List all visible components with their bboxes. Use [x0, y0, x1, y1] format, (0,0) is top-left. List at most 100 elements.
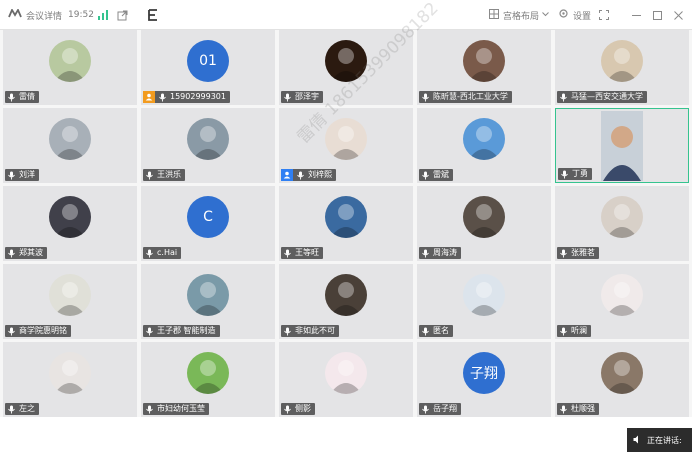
app-icon: [146, 0, 160, 30]
share-icon[interactable]: [117, 0, 128, 30]
microphone-icon: [7, 327, 16, 336]
participant-tile[interactable]: 刘洋: [3, 108, 137, 183]
participant-name: 王等旺: [295, 248, 319, 257]
microphone-icon: [7, 93, 16, 102]
participant-name-tag: 市妇幼何玉莹: [143, 403, 209, 415]
meeting-info-label: 会议详情: [26, 11, 63, 22]
participant-tile[interactable]: Cc.Hai: [141, 186, 275, 261]
microphone-icon: [283, 249, 292, 258]
participant-grid: 雷倩 01 15902999301 邵泽宇 陈昕慧-西北工业大学 马猛—西安交通大学 刘洋王…: [3, 30, 689, 417]
participant-name: 岳子翔: [433, 404, 457, 413]
microphone-icon: [296, 171, 305, 180]
participant-name-tag: 王洪乐: [143, 169, 185, 181]
participant-tile[interactable]: 邵泽宇: [279, 30, 413, 105]
participant-name-tag: 马猛—西安交通大学: [557, 91, 647, 103]
participant-tile[interactable]: 雷倩: [3, 30, 137, 105]
participant-avatar: 子翔: [463, 352, 505, 394]
close-icon[interactable]: [674, 0, 683, 30]
avatar-initials: 01: [199, 53, 217, 69]
participant-avatar: [601, 352, 643, 394]
microphone-icon: [560, 170, 569, 179]
participant-name: 听澜: [571, 326, 587, 335]
participant-tile[interactable]: 王洪乐: [141, 108, 275, 183]
participant-name: 市妇幼何玉莹: [157, 404, 205, 413]
microphone-icon: [283, 327, 292, 336]
participant-tile[interactable]: 子翔岳子翔: [417, 342, 551, 417]
microphone-icon: [158, 93, 167, 102]
participant-name: c.Hai: [157, 248, 178, 257]
microphone-icon: [421, 327, 430, 336]
participant-name: 匿名: [433, 326, 449, 335]
meeting-time: 19:52: [68, 10, 94, 20]
participant-name-tag: 丁勇: [558, 168, 592, 180]
participant-tile[interactable]: 杜顺强: [555, 342, 689, 417]
fullscreen-icon[interactable]: [599, 0, 609, 30]
settings-button[interactable]: 设置: [558, 0, 591, 30]
participant-avatar: [463, 118, 505, 160]
participant-name: 雷斌: [433, 170, 449, 179]
participant-tile[interactable]: 市妇幼何玉莹: [141, 342, 275, 417]
participant-tile[interactable]: 丁勇: [555, 108, 689, 183]
participant-tile[interactable]: 张雅茗: [555, 186, 689, 261]
participant-tile[interactable]: 王子郡 智能制造: [141, 264, 275, 339]
participant-name: 15902999301: [170, 92, 226, 101]
participant-tile[interactable]: 左之: [3, 342, 137, 417]
minimize-icon[interactable]: [632, 0, 641, 30]
layout-dropdown[interactable]: 宫格布局: [489, 0, 549, 30]
participant-avatar: 01: [187, 40, 229, 82]
participant-tile[interactable]: 匿名: [417, 264, 551, 339]
participant-tile[interactable]: 陈昕慧-西北工业大学: [417, 30, 551, 105]
participant-name-tag: 杜顺强: [557, 403, 599, 415]
participant-tile[interactable]: 商学院惠明铭: [3, 264, 137, 339]
settings-label: 设置: [573, 11, 592, 22]
avatar-initials: C: [203, 209, 213, 225]
microphone-icon: [7, 405, 16, 414]
participant-name: 周海涛: [433, 248, 457, 257]
maximize-icon[interactable]: [653, 0, 662, 30]
participant-tile[interactable]: 雷斌: [417, 108, 551, 183]
microphone-icon: [421, 405, 430, 414]
microphone-icon: [559, 405, 568, 414]
participant-name: 刘梓熙: [308, 170, 332, 179]
microphone-icon: [421, 93, 430, 102]
participant-tile[interactable]: 王等旺: [279, 186, 413, 261]
participant-name-tag: 左之: [5, 403, 39, 415]
participant-name-tag: 周海涛: [419, 247, 461, 259]
participant-tile[interactable]: 侧影: [279, 342, 413, 417]
speaking-indicator: 正在讲话:: [627, 428, 692, 452]
participant-tile[interactable]: 听澜: [555, 264, 689, 339]
title-bar: 会议详情 19:52 宫格布局 设置: [0, 0, 692, 30]
participant-tile[interactable]: 非如此不可: [279, 264, 413, 339]
participant-name: 丁勇: [572, 169, 588, 178]
avatar-initials: 子翔: [470, 366, 498, 382]
participant-name: 王洪乐: [157, 170, 181, 179]
participant-name-tag: 张雅茗: [557, 247, 599, 259]
participant-name-tag: 王等旺: [281, 247, 323, 259]
participant-video: [601, 111, 643, 181]
participant-avatar: [601, 274, 643, 316]
microphone-icon: [145, 327, 154, 336]
participant-tile[interactable]: 刘梓熙: [279, 108, 413, 183]
participant-avatar: [49, 352, 91, 394]
participant-avatar: [463, 274, 505, 316]
participant-tile[interactable]: 郑其波: [3, 186, 137, 261]
speaking-label: 正在讲话:: [647, 435, 682, 445]
participant-name-tag: 商学院惠明铭: [5, 325, 71, 337]
meeting-info-button[interactable]: 会议详情: [8, 0, 62, 30]
microphone-icon: [145, 249, 154, 258]
participant-tile[interactable]: 01 15902999301: [141, 30, 275, 105]
participant-tile[interactable]: 周海涛: [417, 186, 551, 261]
participant-name: 商学院惠明铭: [19, 326, 67, 335]
participant-name: 陈昕慧-西北工业大学: [433, 92, 508, 101]
participant-tile[interactable]: 马猛—西安交通大学: [555, 30, 689, 105]
participant-name: 郑其波: [19, 248, 43, 257]
microphone-icon: [421, 171, 430, 180]
participant-avatar: [325, 118, 367, 160]
chevron-down-icon: [542, 10, 549, 20]
participant-name-tag: 匿名: [419, 325, 453, 337]
participant-name: 刘洋: [19, 170, 35, 179]
participant-avatar: [49, 118, 91, 160]
participant-name: 左之: [19, 404, 35, 413]
participant-name-tag: 刘梓熙: [281, 169, 336, 181]
host-badge-icon: [143, 91, 155, 103]
